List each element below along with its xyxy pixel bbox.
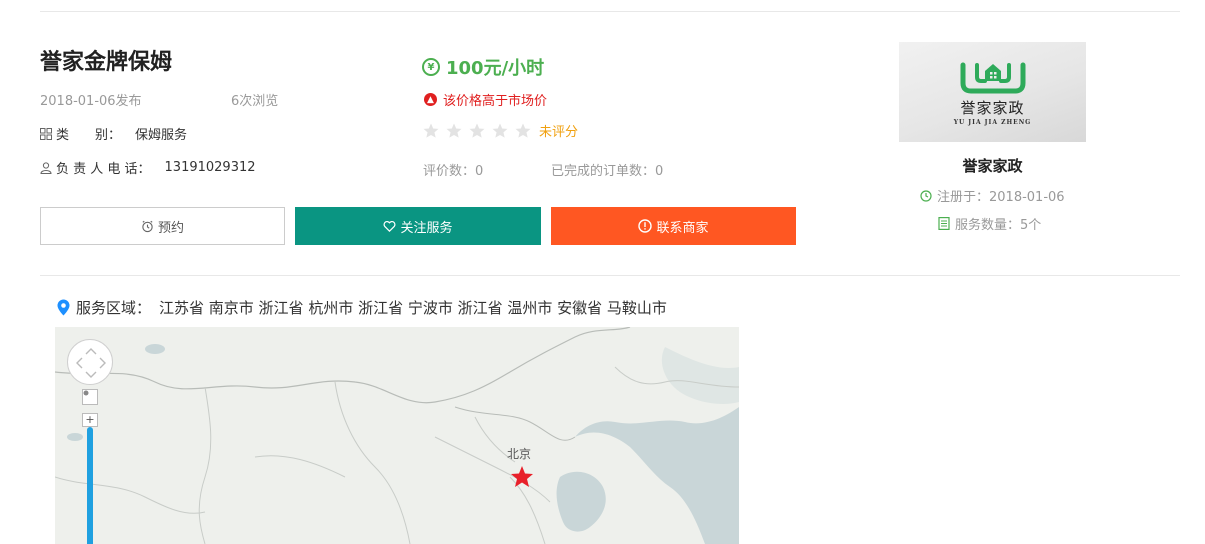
service-map[interactable]: 北京 + [55, 327, 739, 544]
view-count: 6次浏览 [231, 94, 279, 109]
dot-icon [83, 390, 89, 396]
phone-row: 负 责 人 电 话： 13191029312 [40, 158, 256, 177]
service-count: 服务数量：5个 [938, 214, 1041, 233]
star-icon [446, 123, 462, 138]
phone-label: 负 责 人 电 话： [56, 162, 151, 177]
star-icon [469, 123, 485, 138]
review-count: 评价数：0 [423, 164, 484, 179]
service-area: 服务区域： 江苏省 南京市 浙江省 杭州市 浙江省 宁波市 浙江省 温州市 安徽… [57, 297, 667, 318]
star-icon [423, 123, 439, 138]
contact-button-label: 联系商家 [656, 220, 709, 236]
category-label: 类 别： [56, 128, 122, 143]
service-count-text: 服务数量：5个 [955, 218, 1042, 233]
service-area-label: 服务区域： [76, 299, 152, 317]
follow-service-button[interactable]: 关注服务 [295, 207, 541, 245]
rating: 未评分 [422, 121, 578, 140]
logo-text-en: YU JIA JIA ZHENG [953, 118, 1032, 126]
service-area-value: 江苏省 南京市 浙江省 杭州市 浙江省 宁波市 浙江省 温州市 安徽省 马鞍山市 [159, 299, 667, 317]
registered-text: 注册于：2018-01-06 [937, 190, 1065, 205]
price-warning-text: 该价格高于市场价 [443, 94, 548, 109]
document-icon [938, 217, 950, 230]
price-value: 100元/小时 [446, 58, 545, 79]
map-locate-button[interactable] [82, 389, 98, 405]
heart-icon [384, 220, 396, 232]
exclamation-circle-icon [638, 219, 653, 233]
publish-date: 2018-01-06发布 [40, 94, 142, 109]
map-canvas[interactable] [55, 327, 739, 544]
section-divider [40, 275, 1180, 276]
pan-arrows-icon [76, 348, 106, 378]
clock-icon [920, 189, 932, 202]
category-value: 保姆服务 [135, 128, 188, 143]
person-icon [40, 161, 52, 174]
alert-up-icon: ▲ [424, 93, 437, 106]
contact-merchant-button[interactable]: 联系商家 [551, 207, 796, 245]
registered-date: 注册于：2018-01-06 [920, 186, 1065, 205]
alarm-clock-icon [142, 220, 153, 232]
grid-icon [40, 127, 52, 140]
price: ¥ 100元/小时 [422, 54, 544, 80]
location-pin-icon [57, 299, 70, 316]
star-icon [492, 123, 508, 138]
price-warning: ▲ 该价格高于市场价 [424, 90, 547, 109]
completed-orders: 已完成的订单数：0 [551, 164, 664, 179]
house-logo-icon [960, 62, 1025, 93]
yen-icon: ¥ [422, 58, 440, 76]
rating-text: 未评分 [539, 125, 579, 140]
category-row: 类 别： 保姆服务 [40, 124, 187, 143]
merchant-logo[interactable]: 誉家家政 YU JIA JIA ZHENG [899, 42, 1086, 142]
top-divider [40, 11, 1180, 12]
star-icon [515, 123, 531, 138]
book-button[interactable]: 预约 [40, 207, 285, 245]
city-label-beijing: 北京 [507, 447, 532, 461]
book-button-label: 预约 [157, 220, 184, 236]
map-zoom-slider[interactable] [87, 427, 93, 544]
service-title: 誉家金牌保姆 [40, 50, 173, 75]
follow-button-label: 关注服务 [400, 220, 453, 236]
map-zoom-in-button[interactable]: + [82, 413, 98, 427]
merchant-name[interactable]: 誉家家政 [899, 155, 1086, 176]
logo-text-cn: 誉家家政 [960, 98, 1025, 117]
map-pan-control[interactable] [67, 339, 113, 385]
phone-value: 13191029312 [164, 160, 256, 175]
